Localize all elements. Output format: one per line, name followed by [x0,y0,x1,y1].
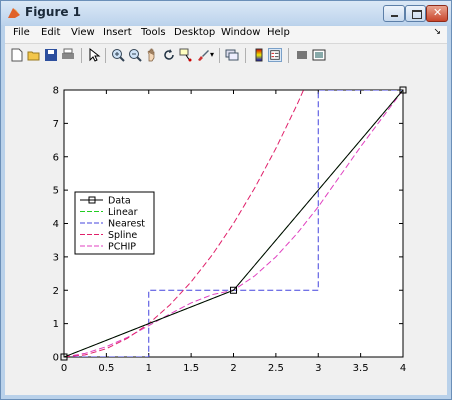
menu-tools[interactable]: Tools [141,27,166,38]
x-tick-label: 1.5 [183,363,199,374]
minimize-button[interactable] [383,5,405,22]
toolbar-separator [245,48,246,63]
y-tick-label: 2 [53,286,59,297]
rotate-icon[interactable] [162,48,176,62]
y-tick-label: 1 [53,319,59,330]
link-plot-icon[interactable] [225,48,239,62]
legend-label-data: Data [108,196,131,207]
title-bar[interactable]: Figure 1 ✕ [1,1,451,25]
x-tick-label: 2.5 [268,363,284,374]
colorbar-icon[interactable] [252,48,266,62]
legend-label-spline: Spline [108,230,137,241]
print-icon[interactable] [61,48,75,62]
brush-icon[interactable] [196,48,210,62]
matlab-app-icon [8,8,20,18]
legend-label-pchip: PCHIP [108,242,136,253]
menu-help[interactable]: Help [267,27,290,38]
save-icon[interactable] [44,48,58,62]
y-tick-label: 8 [53,86,59,97]
toolbar-separator [105,48,106,63]
x-tick-label: 0.5 [98,363,114,374]
x-tick-label: 2 [230,363,236,374]
menu-view[interactable]: View [71,27,95,38]
menu-file[interactable]: File [13,27,30,38]
y-tick-label: 6 [53,152,59,163]
x-tick-label: 4 [400,363,406,374]
close-button[interactable]: ✕ [426,5,448,22]
menu-bar: File Edit View Insert Tools Desktop Wind… [5,26,447,43]
y-tick-label: 0 [53,353,59,364]
maximize-button[interactable] [405,5,426,22]
pointer-icon[interactable] [87,48,101,62]
y-tick-label: 3 [53,252,59,263]
menu-desktop[interactable]: Desktop [174,27,215,38]
figure-toolbar: ▾ [5,43,447,69]
maximize-icon [412,10,422,19]
show-plot-tools-icon[interactable] [312,48,326,62]
close-icon: ✕ [433,6,443,19]
toolbar-separator [288,48,289,63]
toolbar-separator [219,48,220,63]
minimize-icon [391,15,398,17]
menu-window[interactable]: Window [221,27,260,38]
x-tick-label: 1 [146,363,152,374]
new-figure-icon[interactable] [10,48,24,62]
legend-label-linear: Linear [108,207,138,218]
menu-edit[interactable]: Edit [41,27,60,38]
y-tick-label: 4 [53,219,59,230]
menu-insert[interactable]: Insert [103,27,132,38]
hide-plot-tools-icon[interactable] [295,48,309,62]
toolbar-separator [81,48,82,63]
y-tick-label: 5 [53,186,59,197]
y-tick-label: 7 [53,119,59,130]
open-file-icon[interactable] [27,48,41,62]
data-cursor-icon[interactable] [179,48,193,62]
x-tick-label: 3.5 [353,363,369,374]
interpolation-chart[interactable]: 0 0.5 1 1.5 2 2.5 3 3.5 4 0 1 2 3 4 5 6 7 8 DataLinearNea… [5,68,447,395]
zoom-out-icon[interactable] [128,48,142,62]
figure-canvas: 0 0.5 1 1.5 2 2.5 3 3.5 4 0 1 2 3 4 5 6 7 8 Data Linear Nea… [5,68,447,395]
x-tick-label: 3 [315,363,321,374]
zoom-in-icon[interactable] [111,48,125,62]
pan-icon[interactable] [145,48,159,62]
figure-window: Figure 1 ✕ File Edit View Insert Tools D… [0,0,452,400]
x-tick-label: 0 [61,363,67,374]
legend-label-nearest: Nearest [108,219,145,230]
legend-icon[interactable] [268,48,282,62]
menu-overflow-icon[interactable]: ↘ [433,27,441,37]
brush-dropdown-icon[interactable]: ▾ [210,50,214,59]
window-title: Figure 1 [25,5,82,19]
